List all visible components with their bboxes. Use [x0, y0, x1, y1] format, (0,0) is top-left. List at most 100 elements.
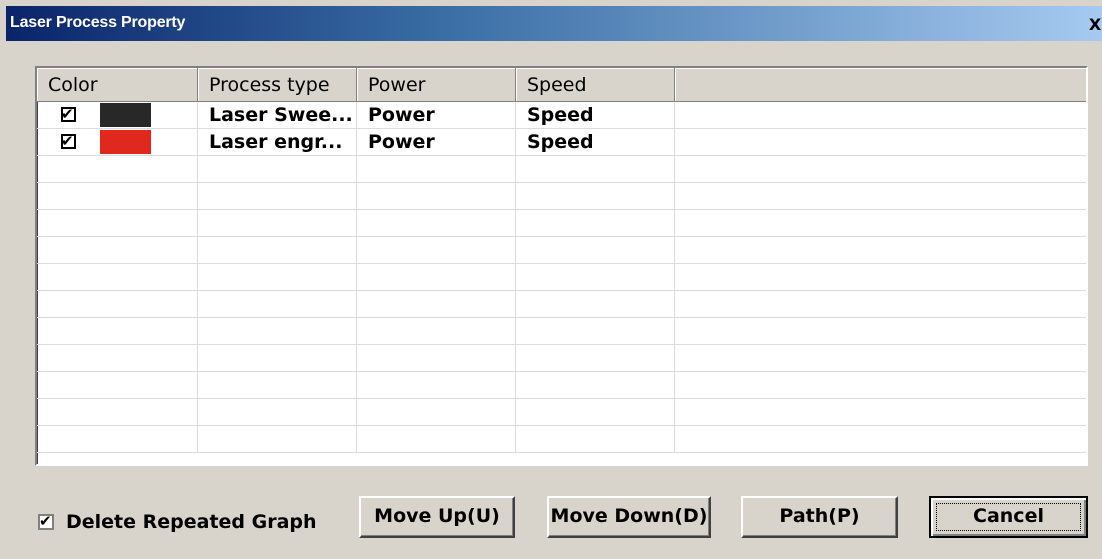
- empty-row: [37, 426, 1086, 453]
- empty-cell: [357, 237, 516, 264]
- empty-cell: [198, 156, 357, 183]
- checkmark-icon: ✔: [61, 132, 74, 150]
- empty-cell: [198, 372, 357, 399]
- empty-cell: [357, 183, 516, 210]
- path-text: Path(P): [779, 505, 860, 527]
- empty-cell: [675, 426, 1086, 453]
- empty-cell: [357, 426, 516, 453]
- empty-cell: [198, 426, 357, 453]
- empty-cell: [516, 291, 675, 318]
- empty-cell: [516, 210, 675, 237]
- empty-cell: [675, 291, 1086, 318]
- empty-cell: [198, 264, 357, 291]
- power-cell[interactable]: Power: [357, 129, 516, 156]
- empty-cell: [37, 345, 198, 372]
- color-swatch[interactable]: [100, 103, 151, 127]
- move-down-button[interactable]: Move Down(D): [547, 496, 711, 538]
- empty-cell: [516, 399, 675, 426]
- close-icon[interactable]: X: [1086, 16, 1102, 34]
- empty-cell: [675, 318, 1086, 345]
- empty-cell: [516, 156, 675, 183]
- empty-row: [37, 318, 1086, 345]
- move-up-button[interactable]: Move Up(U): [359, 496, 515, 538]
- process-grid[interactable]: Color Process type Power Speed ✔ Laser Sw…: [35, 66, 1088, 466]
- empty-cell: [357, 210, 516, 237]
- empty-cell: [198, 318, 357, 345]
- empty-cell: [198, 237, 357, 264]
- color-cell: ✔: [37, 129, 198, 156]
- empty-cell: [37, 372, 198, 399]
- power-cell[interactable]: Power: [357, 102, 516, 129]
- color-swatch[interactable]: [100, 130, 151, 154]
- empty-cell: [198, 183, 357, 210]
- empty-cell: [516, 237, 675, 264]
- speed-cell[interactable]: Speed: [516, 129, 675, 156]
- empty-cell: [357, 318, 516, 345]
- move-up-label: Move Up(U): [374, 505, 500, 527]
- grid-header: Color Process type Power Speed: [37, 68, 1086, 102]
- column-header-color[interactable]: Color: [37, 68, 198, 102]
- column-header-power[interactable]: Power: [357, 68, 516, 102]
- empty-row: [37, 291, 1086, 318]
- checkmark-icon: ✔: [61, 105, 74, 123]
- title-bar[interactable]: Laser Process Property X: [6, 6, 1102, 41]
- empty-row: [37, 183, 1086, 210]
- table-row[interactable]: ✔ Laser engr... Power Speed: [37, 129, 1086, 156]
- column-header-process-type[interactable]: Process type: [198, 68, 357, 102]
- empty-row: [37, 237, 1086, 264]
- checkmark-icon: ✔: [39, 512, 52, 530]
- empty-cell: [37, 318, 198, 345]
- empty-cell: [516, 183, 675, 210]
- empty-cell: [357, 399, 516, 426]
- column-header-empty: [675, 68, 1086, 102]
- row-enable-checkbox[interactable]: ✔: [61, 132, 76, 150]
- row-enable-checkbox[interactable]: ✔: [61, 105, 76, 123]
- empty-cell: [675, 183, 1086, 210]
- empty-cell: [357, 345, 516, 372]
- empty-cell: [675, 264, 1086, 291]
- path-button[interactable]: Path(P): [741, 496, 898, 538]
- empty-row: [37, 210, 1086, 237]
- move-up-text: Move Up(U): [374, 505, 500, 527]
- delete-repeated-checkbox[interactable]: ✔: [38, 512, 54, 530]
- delete-repeated-label[interactable]: Delete Repeated Graph: [66, 511, 317, 533]
- empty-cell: [516, 264, 675, 291]
- empty-cell: [37, 156, 198, 183]
- laser-process-property-dialog: Laser Process Property X Color Process t…: [0, 0, 1102, 559]
- empty-row: [37, 264, 1086, 291]
- empty-cell: [37, 264, 198, 291]
- process-type-cell[interactable]: Laser Swee...: [198, 102, 357, 129]
- dialog-title: Laser Process Property: [10, 14, 186, 31]
- empty-cell: [675, 345, 1086, 372]
- empty-cell: [675, 399, 1086, 426]
- empty-cell: [516, 426, 675, 453]
- empty-cell: [516, 318, 675, 345]
- empty-row: [37, 372, 1086, 399]
- empty-row: [37, 345, 1086, 372]
- empty-cell: [37, 291, 198, 318]
- color-cell: ✔: [37, 102, 198, 129]
- table-row[interactable]: ✔ Laser Swee... Power Speed: [37, 102, 1086, 129]
- move-down-text: Move Down(D): [550, 505, 708, 527]
- empty-cell: [675, 102, 1086, 129]
- cancel-button[interactable]: Cancel: [929, 496, 1088, 538]
- empty-cell: [675, 210, 1086, 237]
- empty-cell: [198, 291, 357, 318]
- empty-cell: [357, 264, 516, 291]
- empty-cell: [675, 372, 1086, 399]
- column-header-speed[interactable]: Speed: [516, 68, 675, 102]
- empty-cell: [675, 237, 1086, 264]
- empty-cell: [37, 426, 198, 453]
- empty-cell: [516, 372, 675, 399]
- empty-row: [37, 156, 1086, 183]
- empty-cell: [37, 237, 198, 264]
- empty-cell: [37, 183, 198, 210]
- cancel-text: Cancel: [973, 505, 1044, 527]
- empty-cell: [198, 399, 357, 426]
- empty-cell: [357, 291, 516, 318]
- process-type-cell[interactable]: Laser engr...: [198, 129, 357, 156]
- speed-cell[interactable]: Speed: [516, 102, 675, 129]
- empty-cell: [198, 345, 357, 372]
- empty-cell: [357, 156, 516, 183]
- empty-cell: [675, 156, 1086, 183]
